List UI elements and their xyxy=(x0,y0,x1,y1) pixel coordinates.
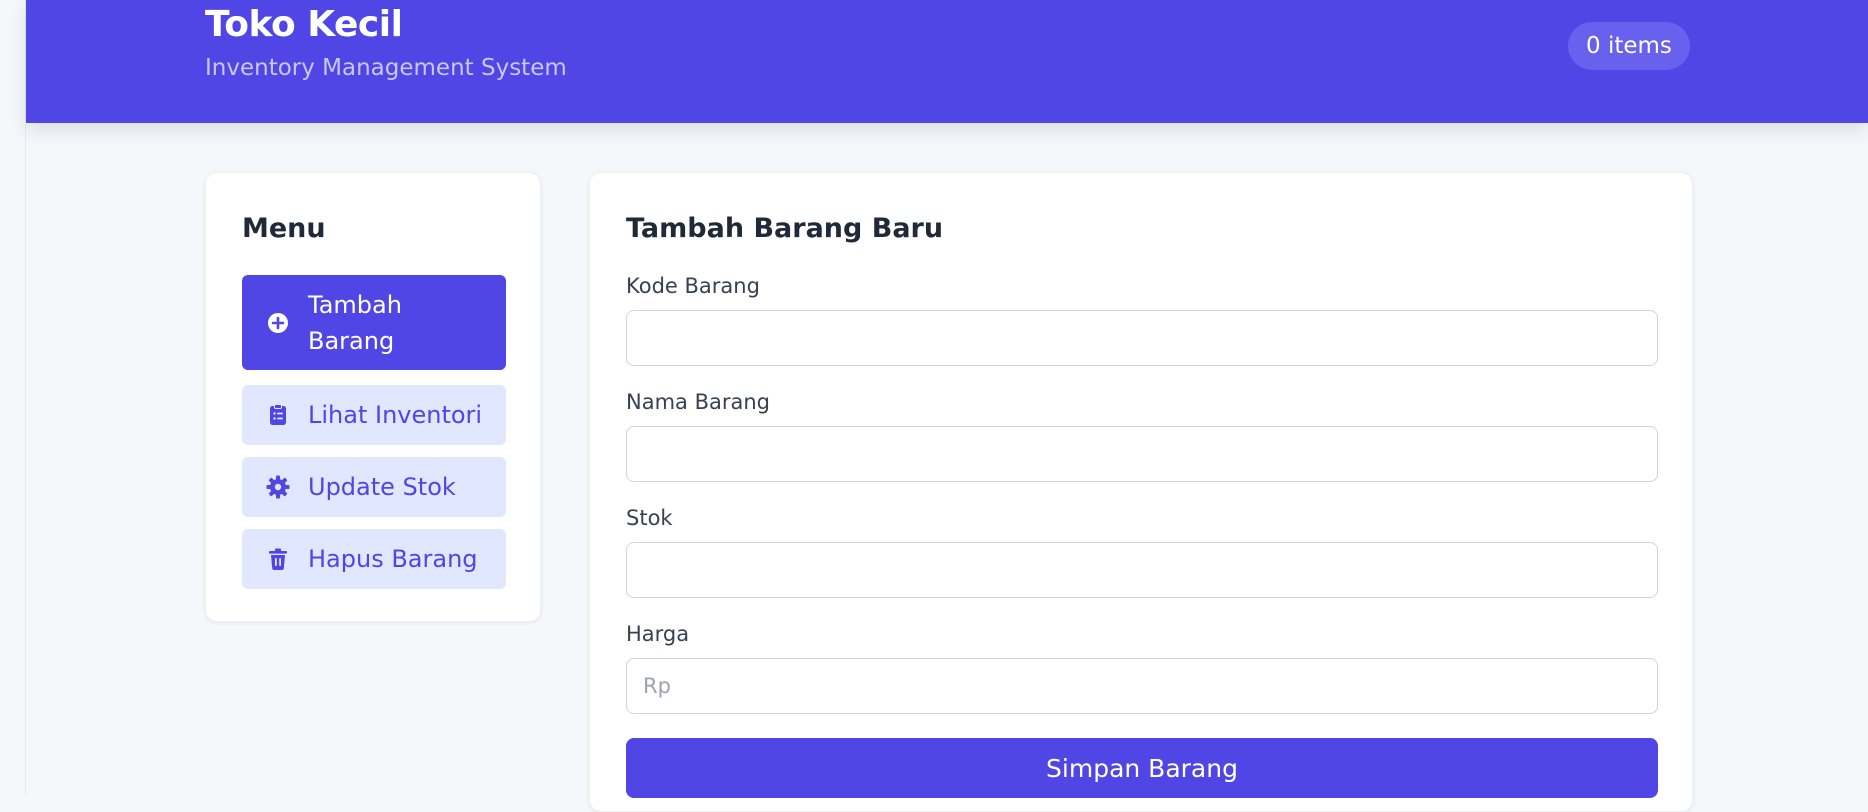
simpan-barang-button[interactable]: Simpan Barang xyxy=(626,738,1658,798)
menu-item-label: Hapus Barang xyxy=(308,545,478,573)
harga-input[interactable] xyxy=(626,658,1658,714)
menu-title: Menu xyxy=(242,213,326,244)
menu-item-hapus-barang[interactable]: Hapus Barang xyxy=(242,529,506,589)
window-edge xyxy=(0,0,26,795)
app-subtitle: Inventory Management System xyxy=(205,55,567,81)
menu-card: Menu Tambah Barang Lihat Inventori Updat… xyxy=(205,172,541,622)
menu-item-label: Update Stok xyxy=(308,473,456,501)
item-count-badge: 0 items xyxy=(1568,22,1690,70)
form-title: Tambah Barang Baru xyxy=(626,213,944,244)
trash-icon xyxy=(269,548,287,571)
harga-label: Harga xyxy=(626,622,690,646)
nama-barang-label: Nama Barang xyxy=(626,390,770,414)
menu-item-label: Tambah Barang xyxy=(308,290,402,355)
kode-barang-input[interactable] xyxy=(626,310,1658,366)
app-title: Toko Kecil xyxy=(205,4,403,45)
plus-circle-icon xyxy=(268,312,288,333)
menu-item-update-stok[interactable]: Update Stok xyxy=(242,457,506,517)
stok-input[interactable] xyxy=(626,542,1658,598)
menu-item-label: Lihat Inventori xyxy=(308,401,483,429)
add-item-form-card: Tambah Barang Baru Kode Barang Nama Bara… xyxy=(589,172,1693,812)
top-header: Toko Kecil Inventory Management System 0… xyxy=(26,0,1868,123)
menu-item-tambah-barang[interactable]: Tambah Barang xyxy=(242,275,506,370)
nama-barang-input[interactable] xyxy=(626,426,1658,482)
stok-label: Stok xyxy=(626,506,673,530)
gear-icon xyxy=(266,475,290,499)
menu-item-lihat-inventori[interactable]: Lihat Inventori xyxy=(242,385,506,445)
kode-barang-label: Kode Barang xyxy=(626,274,760,298)
clipboard-list-icon xyxy=(270,404,286,425)
